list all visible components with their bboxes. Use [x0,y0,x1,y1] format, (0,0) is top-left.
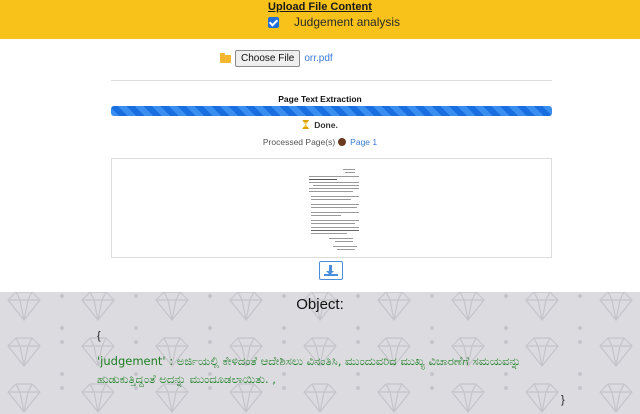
header-bar: Upload File Content Judgement analysis [0,0,640,39]
judgement-checkbox[interactable] [268,16,279,28]
choose-file-button[interactable]: Choose File [235,50,301,67]
extraction-progress-bar [111,106,552,116]
hourglass-icon [302,120,310,129]
object-close-brace: } [561,394,565,406]
selected-file-name: orr.pdf [304,53,333,64]
page-thumbnail[interactable] [305,167,363,251]
extraction-title: Page Text Extraction [278,94,362,104]
upload-title[interactable]: Upload File Content [0,1,640,13]
divider [111,80,552,81]
status-row: Done. [0,120,640,130]
page-preview [111,158,552,258]
object-open-brace: { [97,330,101,342]
processed-label: Processed Page(s) [262,137,336,147]
judgement-label[interactable]: Judgement analysis [294,15,400,29]
page-1-link[interactable]: Page 1 [350,137,377,147]
status-text: Done. [314,120,338,130]
processed-pages-row: Processed Page(s) Page 1 [0,137,640,147]
download-icon [326,265,334,275]
page-dot-icon [338,138,347,146]
judgement-option[interactable]: Judgement analysis [268,15,400,29]
download-button[interactable] [319,261,343,280]
file-input-row: Choose File orr.pdf [220,50,333,67]
object-title: Object: [296,296,344,313]
folder-icon [220,52,231,63]
judgement-output: 'judgement' : ಅರ್ಜಿಯಲ್ಲಿ ಕೇಳಿದಂತೆ ಆದೇಶಿಸ… [97,354,521,386]
